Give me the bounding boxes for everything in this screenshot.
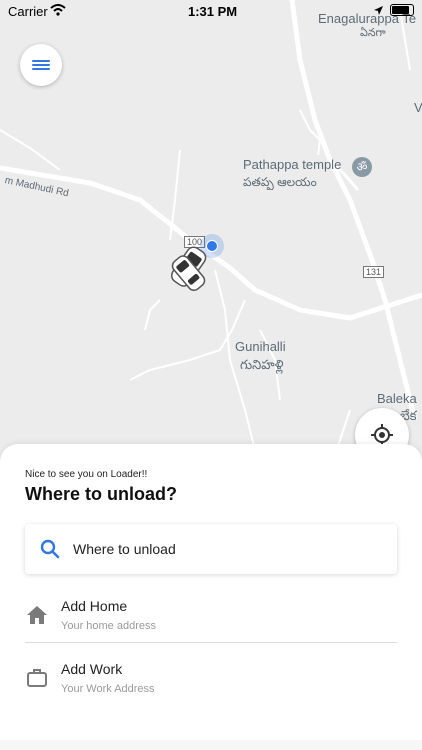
- route-shield-131: 131: [363, 266, 385, 278]
- add-work-row[interactable]: Add Work Your Work Address: [25, 653, 397, 713]
- wifi-icon: [50, 4, 66, 16]
- sheet-title: Where to unload?: [25, 484, 177, 504]
- crosshair-icon: [371, 424, 393, 446]
- add-work-title: Add Work: [61, 661, 123, 677]
- map-view[interactable]: Enagalurappa Te ఏనగా Pathappa temple పతప…: [0, 0, 422, 470]
- menu-button[interactable]: [20, 44, 62, 86]
- destination-search-field[interactable]: Where to unload: [25, 524, 397, 574]
- home-indicator-area: [0, 740, 422, 750]
- carrier-label: Carrier: [8, 4, 48, 19]
- map-label-temple: Pathappa temple: [243, 157, 342, 172]
- briefcase-icon: [27, 669, 47, 687]
- greeting-text: Nice to see you on Loader!!: [25, 469, 148, 480]
- map-label-v: V: [414, 100, 422, 115]
- status-time: 1:31 PM: [188, 4, 238, 19]
- map-label-village-local: గునిహళ్లి: [240, 357, 284, 372]
- search-label: Where to unload: [73, 541, 176, 557]
- map-label-temple-local: పతప్ప ఆలయం: [243, 175, 317, 189]
- location-arrow-icon: [374, 5, 383, 15]
- search-icon: [40, 539, 60, 559]
- map-label-top-place-local: ఏనగా: [360, 27, 386, 39]
- vehicle-icon: [170, 246, 207, 292]
- add-home-subtitle: Your home address: [61, 620, 156, 632]
- add-work-subtitle: Your Work Address: [61, 683, 155, 695]
- map-label-right-place: Baleka: [377, 391, 417, 406]
- hamburger-icon: [32, 58, 50, 72]
- status-bar: Carrier 1:31 PM: [0, 0, 422, 22]
- map-label-village: Gunihalli: [235, 339, 286, 354]
- divider: [25, 642, 397, 643]
- add-home-title: Add Home: [61, 598, 128, 614]
- temple-icon: ॐ: [352, 157, 372, 177]
- home-icon: [27, 606, 47, 624]
- add-home-row[interactable]: Add Home Your home address: [25, 590, 397, 650]
- bottom-sheet: Nice to see you on Loader!! Where to unl…: [0, 444, 422, 750]
- battery-icon: [390, 4, 414, 16]
